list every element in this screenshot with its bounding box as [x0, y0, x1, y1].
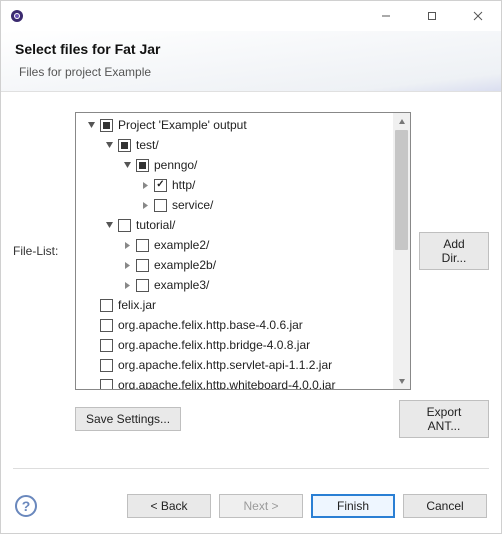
tree-node[interactable]: test/ — [76, 135, 393, 155]
back-button[interactable]: < Back — [127, 494, 211, 518]
finish-button[interactable]: Finish — [311, 494, 395, 518]
tree-node-label: org.apache.felix.http.bridge-4.0.8.jar — [118, 338, 310, 352]
tree-node-label: test/ — [136, 138, 159, 152]
checkbox[interactable] — [136, 159, 149, 172]
page-subtitle: Files for project Example — [19, 65, 487, 79]
tree-node-label: tutorial/ — [136, 218, 175, 232]
checkbox[interactable] — [154, 179, 167, 192]
tree-node-label: http/ — [172, 178, 195, 192]
scroll-down-icon[interactable] — [393, 372, 410, 389]
chevron-right-icon[interactable] — [120, 238, 134, 252]
wizard-header: Select files for Fat Jar Files for proje… — [1, 31, 501, 92]
tree-node-label: example2b/ — [154, 258, 216, 272]
wizard-body: File-List: Project 'Example' output test/… — [1, 92, 501, 479]
app-icon — [9, 8, 25, 24]
tree-node-label: penngo/ — [154, 158, 197, 172]
tree-node-label: Project 'Example' output — [118, 118, 247, 132]
tree-node[interactable]: penngo/ — [76, 155, 393, 175]
add-dir-button[interactable]: Add Dir... — [419, 232, 489, 270]
tree-node-label: service/ — [172, 198, 213, 212]
tree-node[interactable]: http/ — [76, 175, 393, 195]
wizard-footer: ? < Back Next > Finish Cancel — [1, 479, 501, 533]
export-ant-button[interactable]: Export ANT... — [399, 400, 489, 438]
tree-node[interactable]: org.apache.felix.http.base-4.0.6.jar — [76, 315, 393, 335]
separator — [13, 468, 489, 469]
checkbox[interactable] — [100, 359, 113, 372]
checkbox[interactable] — [100, 119, 113, 132]
tree-node[interactable]: example3/ — [76, 275, 393, 295]
tree-node-label: org.apache.felix.http.base-4.0.6.jar — [118, 318, 303, 332]
chevron-right-icon[interactable] — [120, 258, 134, 272]
file-tree[interactable]: Project 'Example' output test/penngo/http… — [75, 112, 411, 390]
cancel-button[interactable]: Cancel — [403, 494, 487, 518]
scrollbar[interactable] — [393, 113, 410, 389]
tree-node-label: felix.jar — [118, 298, 156, 312]
checkbox[interactable] — [118, 219, 131, 232]
chevron-right-icon[interactable] — [120, 278, 134, 292]
page-title: Select files for Fat Jar — [15, 41, 487, 57]
tree-node-label: example3/ — [154, 278, 209, 292]
checkbox[interactable] — [154, 199, 167, 212]
next-button: Next > — [219, 494, 303, 518]
chevron-down-icon[interactable] — [84, 118, 98, 132]
minimize-button[interactable] — [363, 1, 409, 31]
tree-node[interactable]: Project 'Example' output — [76, 115, 393, 135]
checkbox[interactable] — [136, 279, 149, 292]
chevron-right-icon[interactable] — [138, 198, 152, 212]
chevron-down-icon[interactable] — [102, 138, 116, 152]
chevron-down-icon[interactable] — [102, 218, 116, 232]
tree-node[interactable]: service/ — [76, 195, 393, 215]
tree-node-label: org.apache.felix.http.whiteboard-4.0.0.j… — [118, 378, 335, 390]
checkbox[interactable] — [118, 139, 131, 152]
checkbox[interactable] — [100, 299, 113, 312]
tree-node-label: example2/ — [154, 238, 209, 252]
tree-node-label: org.apache.felix.http.servlet-api-1.1.2.… — [118, 358, 332, 372]
scroll-up-icon[interactable] — [393, 113, 410, 130]
tree-node[interactable]: tutorial/ — [76, 215, 393, 235]
tree-node[interactable]: example2/ — [76, 235, 393, 255]
maximize-button[interactable] — [409, 1, 455, 31]
checkbox[interactable] — [100, 319, 113, 332]
scroll-thumb[interactable] — [395, 130, 408, 250]
wizard-window: Select files for Fat Jar Files for proje… — [0, 0, 502, 534]
checkbox[interactable] — [100, 379, 113, 391]
help-icon[interactable]: ? — [15, 495, 37, 517]
tree-node[interactable]: example2b/ — [76, 255, 393, 275]
checkbox[interactable] — [136, 259, 149, 272]
checkbox[interactable] — [100, 339, 113, 352]
tree-node[interactable]: org.apache.felix.http.bridge-4.0.8.jar — [76, 335, 393, 355]
close-button[interactable] — [455, 1, 501, 31]
tree-node[interactable]: felix.jar — [76, 295, 393, 315]
chevron-down-icon[interactable] — [120, 158, 134, 172]
chevron-right-icon[interactable] — [138, 178, 152, 192]
tree-node[interactable]: org.apache.felix.http.servlet-api-1.1.2.… — [76, 355, 393, 375]
tree-node[interactable]: org.apache.felix.http.whiteboard-4.0.0.j… — [76, 375, 393, 390]
file-list-label: File-List: — [13, 244, 67, 258]
checkbox[interactable] — [136, 239, 149, 252]
save-settings-button[interactable]: Save Settings... — [75, 407, 181, 431]
titlebar — [1, 1, 501, 31]
